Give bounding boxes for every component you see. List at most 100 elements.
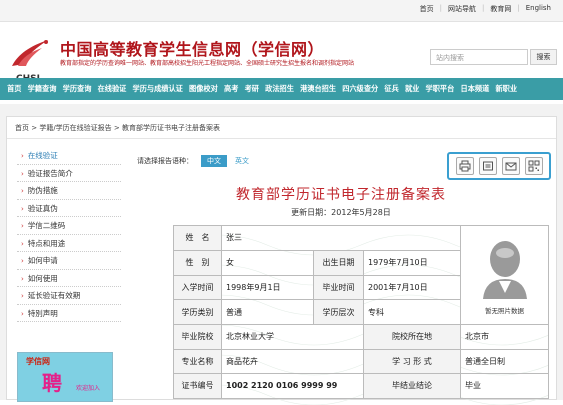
banner-headline: 聘 — [42, 371, 62, 395]
arrow-icon: › — [21, 222, 24, 230]
arrow-icon: › — [21, 187, 24, 195]
record-table: 姓 名 张三 暂无照片数据 性 别 女 出生日期 1979年7月10日 入学时间… — [173, 225, 549, 399]
sidebar-item-label: 学信二维码 — [27, 221, 66, 230]
language-option-chinese[interactable]: 中文 — [201, 155, 227, 167]
breadcrumb[interactable]: 首页 > 学籍/学历在线验证报告 > 教育部学历证书电子注册备案表 — [15, 123, 220, 133]
sidebar-item-report-intro[interactable]: › 验证报告简介 — [17, 165, 121, 182]
top-link-home[interactable]: 首页 — [414, 4, 440, 14]
search-button[interactable]: 搜索 — [530, 49, 557, 65]
banner-subtext: 欢迎加入 — [76, 385, 101, 392]
site-description: 教育部指定的学历查询唯一网站、教育部高校招生阳光工程指定网站、全国硕士研究生招生… — [60, 60, 355, 67]
type-value: 普通 — [221, 299, 314, 325]
sidebar-item-features[interactable]: › 特点和用途 — [17, 235, 121, 252]
enroll-label: 入学时间 — [173, 274, 222, 301]
arrow-icon: › — [21, 169, 24, 178]
location-value: 北京市 — [460, 324, 549, 350]
nav-item-xueli[interactable]: 学历查询 — [60, 84, 95, 94]
nav-item-gaokao[interactable]: 高考 — [221, 84, 242, 94]
banner-logo: 学信网 — [26, 357, 50, 366]
conclusion-label: 毕结业结论 — [363, 373, 461, 399]
nav-item-jiuye[interactable]: 就业 — [402, 84, 423, 94]
sidebar-item-label: 延长验证有效期 — [27, 291, 81, 300]
type-label: 学历类别 — [173, 299, 222, 325]
email-button[interactable] — [501, 157, 520, 175]
nav-item-kaoyan[interactable]: 考研 — [241, 84, 262, 94]
site-title[interactable]: 中国高等教育学生信息网（学信网） — [60, 36, 324, 60]
print-alt-icon — [482, 161, 493, 171]
gender-label: 性 别 — [173, 249, 222, 276]
cert-number-value: 1002 2120 0106 9999 99 — [221, 373, 364, 399]
sidebar-item-qrcode[interactable]: › 学信二维码 — [17, 217, 121, 235]
print-button[interactable] — [455, 157, 474, 175]
nav-item-cert[interactable]: 学历与成绩认证 — [129, 84, 186, 94]
nav-item-japan[interactable]: 日本频道 — [457, 84, 492, 94]
nav-item-zhengfa[interactable]: 政法招生 — [262, 84, 297, 94]
sidebar-item-how-use[interactable]: › 如何使用 — [17, 270, 121, 287]
sidebar-item-label: 验证真伪 — [27, 203, 58, 213]
conclusion-value: 毕业 — [460, 373, 549, 399]
sidebar-item-label: 在线验证 — [27, 151, 58, 160]
name-label: 姓 名 — [173, 225, 222, 251]
nav-item-cet[interactable]: 四六级查分 — [339, 84, 381, 94]
sidebar-item-label: 如何申请 — [27, 256, 58, 265]
top-link-sitemap[interactable]: 网站导航 — [442, 4, 482, 14]
main-nav: 首页 学籍查询 学历查询 在线验证 学历与成绩认证 图像校对 高考 考研 政法招… — [0, 78, 563, 100]
nav-item-xuezhi[interactable]: 学职平台 — [422, 84, 457, 94]
body-area: 首页 > 学籍/学历在线验证报告 > 教育部学历证书电子注册备案表 › 在线验证 … — [0, 104, 563, 405]
photo-caption: 暂无照片数据 — [485, 307, 524, 315]
report-toolbar — [447, 152, 551, 180]
arrow-icon: › — [21, 239, 24, 248]
search-input[interactable]: 站内搜索 — [430, 49, 528, 65]
arrow-icon: › — [21, 257, 24, 265]
qrcode-button[interactable] — [524, 157, 543, 175]
top-link-edu[interactable]: 教育网 — [484, 4, 517, 14]
sidebar-item-verify-auth[interactable]: › 验证真伪 — [17, 200, 121, 217]
sidebar-item-extend[interactable]: › 延长验证有效期 — [17, 287, 121, 305]
sidebar-item-statement[interactable]: › 特別声明 — [17, 305, 121, 322]
top-link-english[interactable]: English — [520, 4, 557, 14]
enroll-value: 1998年9月1日 — [221, 274, 314, 301]
sidebar: › 在线验证 › 验证报告简介 › 防伪措施 › 验证真伪 › 学信二维码 › 特点和用途 … — [17, 147, 121, 402]
arrow-icon: › — [21, 309, 24, 318]
sidebar-item-label: 特別声明 — [27, 308, 58, 318]
study-form-value: 普通全日制 — [460, 348, 549, 374]
birth-label: 出生日期 — [313, 249, 364, 276]
sidebar-item-label: 防伪措施 — [27, 186, 58, 195]
sidebar-item-label: 验证报告简介 — [27, 168, 73, 178]
record-update-date: 更新日期：2012年5月28日 — [291, 208, 391, 217]
record-title: 教育部学历证书电子注册备案表 — [236, 187, 446, 203]
recruit-banner[interactable]: 学信网 聘 欢迎加入 — [17, 352, 113, 402]
print-preview-button[interactable] — [478, 157, 497, 175]
arrow-icon: › — [21, 292, 24, 300]
major-value: 商品花卉 — [221, 348, 364, 374]
grad-value: 2001年7月10日 — [363, 274, 461, 301]
chsi-logo-icon[interactable] — [8, 36, 52, 72]
nav-item-zhengbing[interactable]: 征兵 — [381, 84, 402, 94]
qrcode-icon — [528, 160, 539, 172]
nav-item-xueji[interactable]: 学籍查询 — [25, 84, 60, 94]
nav-item-newjob[interactable]: 新职业 — [492, 84, 520, 94]
nav-item-image[interactable]: 图像校对 — [186, 84, 221, 94]
gender-value: 女 — [221, 249, 314, 276]
mail-icon — [505, 162, 516, 171]
sidebar-item-label: 如何使用 — [27, 273, 58, 283]
language-label: 请选择报告语种： — [137, 157, 193, 165]
nav-item-gat[interactable]: 港澳台招生 — [297, 84, 339, 94]
top-bar: 首页 | 网站导航 | 教育网 | English — [0, 0, 563, 22]
birth-value: 1979年7月10日 — [363, 249, 461, 276]
sidebar-item-online-verify[interactable]: › 在线验证 — [17, 147, 121, 165]
header: CHSI 中国高等教育学生信息网（学信网） 教育部指定的学历查询唯一网站、教育部… — [0, 22, 563, 84]
grad-label: 毕业时间 — [313, 274, 364, 301]
arrow-icon: › — [21, 204, 24, 213]
language-option-english[interactable]: 英文 — [235, 156, 249, 166]
sidebar-item-how-apply[interactable]: › 如何申请 — [17, 252, 121, 270]
arrow-icon: › — [21, 274, 24, 283]
nav-item-home[interactable]: 首页 — [4, 84, 25, 94]
major-label: 专业名称 — [173, 348, 222, 374]
arrow-icon: › — [21, 152, 24, 160]
nav-item-verify[interactable]: 在线验证 — [94, 84, 129, 94]
top-links: 首页 | 网站导航 | 教育网 | English — [414, 4, 557, 14]
sidebar-item-anti-fake[interactable]: › 防伪措施 — [17, 182, 121, 200]
level-label: 学历层次 — [313, 299, 364, 325]
print-icon — [459, 160, 470, 172]
